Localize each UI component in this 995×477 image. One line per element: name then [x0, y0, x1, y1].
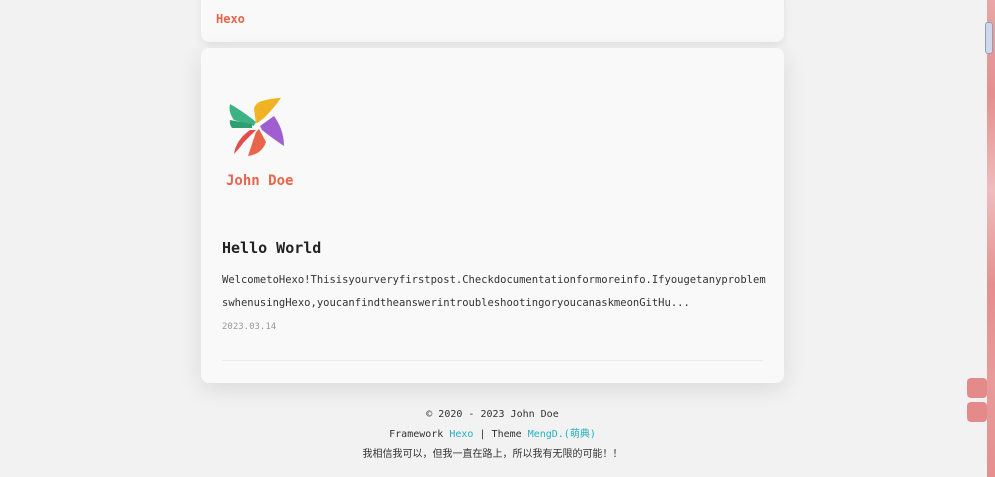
scrollbar-thumb[interactable]: [985, 22, 993, 54]
motto-text: 我相信我可以，但我一直在路上，所以我有无限的可能！！: [362, 449, 623, 460]
separator: |: [479, 429, 486, 440]
copyright-text: © 2020 - 2023 John Doe: [426, 409, 559, 420]
page: Hexo John Doe Hello World WelcometoHexo!…: [0, 0, 995, 477]
powered-by: Framework Hexo | Theme MengD.(萌典): [201, 425, 784, 445]
post-date: 2023.03.14: [222, 322, 277, 332]
site-footer: © 2020 - 2023 John Doe Framework Hexo | …: [201, 405, 784, 465]
post-card: John Doe Hello World WelcometoHexo!Thisi…: [201, 48, 784, 383]
author-name[interactable]: John Doe: [226, 173, 293, 189]
site-brand-link[interactable]: Hexo: [216, 12, 245, 26]
post-title[interactable]: Hello World: [222, 239, 321, 257]
divider: [222, 360, 763, 361]
post-excerpt: WelcometoHexo!Thisisyourveryfirstpost.Ch…: [222, 274, 766, 309]
side-back-to-top-button[interactable]: [967, 402, 987, 422]
pinwheel-logo-icon: [229, 98, 284, 156]
theme-link[interactable]: MengD.(萌典): [528, 429, 596, 440]
framework-label: Framework: [389, 429, 444, 440]
framework-link[interactable]: Hexo: [449, 429, 473, 440]
header-bar: Hexo: [201, 0, 784, 42]
theme-label: Theme: [491, 429, 522, 440]
side-settings-button[interactable]: [967, 378, 987, 398]
